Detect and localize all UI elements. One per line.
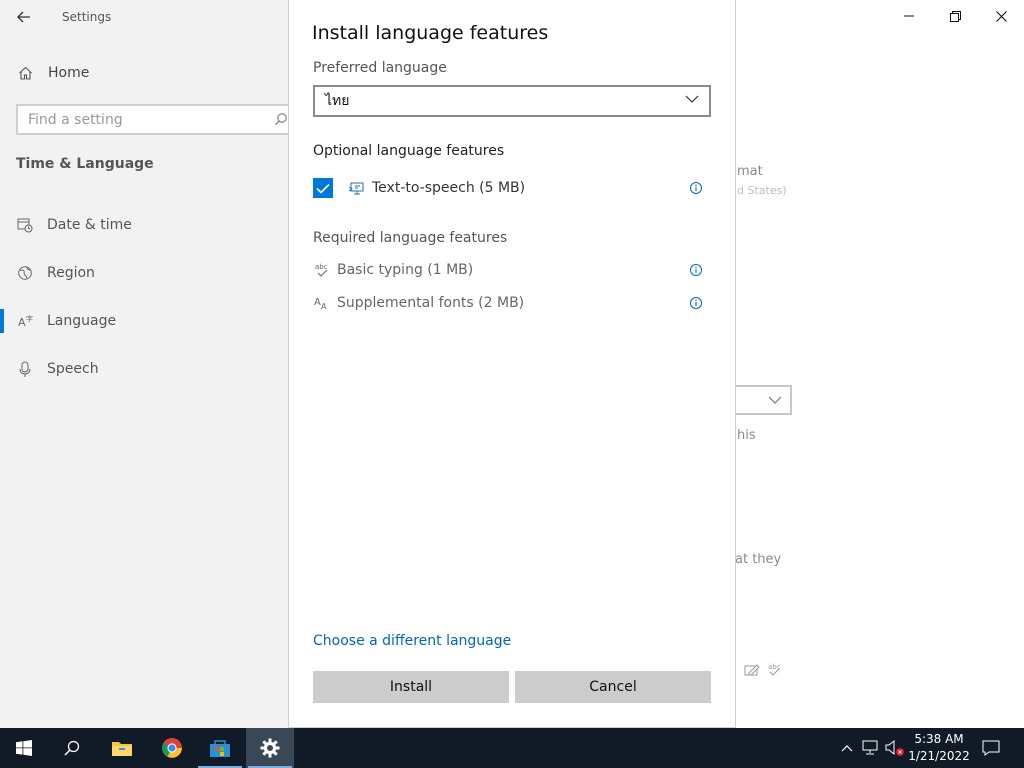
required-features-label: Required language features [313,230,508,246]
chevron-up-icon [841,745,853,752]
tray-overflow-button[interactable] [836,736,858,760]
close-icon [995,10,1007,22]
start-button[interactable] [0,728,48,768]
preferred-language-dropdown[interactable]: ไทย [313,85,711,117]
nav-item-region[interactable]: Region [16,260,95,286]
svg-text:A: A [321,302,327,311]
svg-text:abc: abc [315,263,328,271]
search-input[interactable] [28,111,258,128]
feature-supplemental-fonts: AA Supplemental fonts (2 MB) [313,291,711,315]
spellcheck-icon: abc [313,261,331,279]
windows-logo-icon [16,740,32,756]
nav-item-date-time[interactable]: Date & time [16,212,132,238]
settings-search[interactable] [16,104,296,135]
microphone-icon [16,361,34,378]
nav-item-language[interactable]: A字 Language [16,308,116,334]
text-to-speech-checkbox[interactable] [313,178,333,198]
fonts-icon: AA [313,294,331,312]
taskbar-settings[interactable] [246,728,294,768]
nav-item-label: Date & time [47,217,132,233]
nav-item-label: Region [47,265,95,281]
nav-active-indicator [0,309,4,333]
globe-icon [16,265,34,281]
back-button[interactable] [8,2,40,32]
checkmark-icon [316,183,330,194]
tray-volume-button[interactable] [884,736,906,760]
chevron-down-icon [685,95,699,103]
notification-icon [982,740,1000,756]
gear-icon [260,738,280,758]
chrome-icon [162,738,182,758]
nav-item-label: Speech [47,361,99,377]
search-icon [274,112,288,130]
network-icon [862,740,878,755]
optional-features-label: Optional language features [313,143,505,159]
home-nav-item[interactable]: Home [16,60,89,86]
minimize-button[interactable] [886,0,932,32]
clock-time: 5:38 AM [914,732,964,746]
taskbar-store[interactable] [196,728,244,768]
tray-clock[interactable]: 5:38 AM 1/21/2022 [908,731,970,765]
preferred-language-label: Preferred language [313,60,447,76]
choose-different-language-link[interactable]: Choose a different language [313,633,511,649]
taskbar: 5:38 AM 1/21/2022 [0,728,1024,768]
clock-date: 1/21/2022 [908,749,970,763]
store-icon [210,740,230,757]
install-language-features-dialog: Install language features Preferred lang… [288,0,736,728]
feature-label: Supplemental fonts (2 MB) [337,295,525,311]
home-label: Home [48,65,90,81]
info-icon[interactable] [689,263,703,277]
feature-label: Basic typing (1 MB) [337,262,474,278]
bg-this-text: his [737,428,756,443]
arrow-left-icon [17,11,30,23]
feature-text-to-speech: Text-to-speech (5 MB) [313,176,711,200]
bg-dropdown[interactable] [734,385,792,415]
calendar-clock-icon [16,217,34,233]
bg-handwriting-icon [744,662,760,681]
action-center-button[interactable] [980,736,1002,760]
app-title: Settings [62,10,112,24]
text-to-speech-icon [348,179,366,197]
minimize-icon [904,15,914,17]
nav-item-label: Language [47,313,117,329]
install-button[interactable]: Install [313,671,509,703]
bg-they-text: at they [735,552,782,567]
taskbar-search-button[interactable] [48,728,96,768]
bg-format-subtext: d States) [737,184,787,197]
bg-format-text: mat [737,164,763,179]
restore-icon [949,10,961,22]
info-icon[interactable] [689,296,703,310]
feature-label: Text-to-speech (5 MB) [372,180,526,196]
search-icon [64,740,80,756]
close-button[interactable] [978,0,1024,32]
svg-text:A: A [18,316,26,329]
taskbar-chrome[interactable] [148,728,196,768]
dialog-title: Install language features [312,22,549,44]
folder-icon [112,742,132,756]
cancel-button[interactable]: Cancel [515,671,711,703]
bg-spellcheck-icon: abc [767,662,781,682]
svg-text:字: 字 [26,314,33,323]
taskbar-file-explorer[interactable] [98,728,146,768]
tray-network-button[interactable] [860,736,882,760]
volume-muted-icon [885,739,904,756]
section-title: Time & Language [16,156,154,172]
language-icon: A字 [16,313,34,329]
svg-text:A: A [314,297,321,308]
settings-sidebar: Settings Home Time & Language Date & tim… [0,0,296,728]
chevron-down-icon [768,396,782,404]
home-icon [16,66,34,80]
preferred-language-value: ไทย [325,93,350,109]
feature-basic-typing: abc Basic typing (1 MB) [313,258,711,282]
info-icon[interactable] [689,181,703,195]
restore-button[interactable] [932,0,978,32]
nav-item-speech[interactable]: Speech [16,356,99,382]
